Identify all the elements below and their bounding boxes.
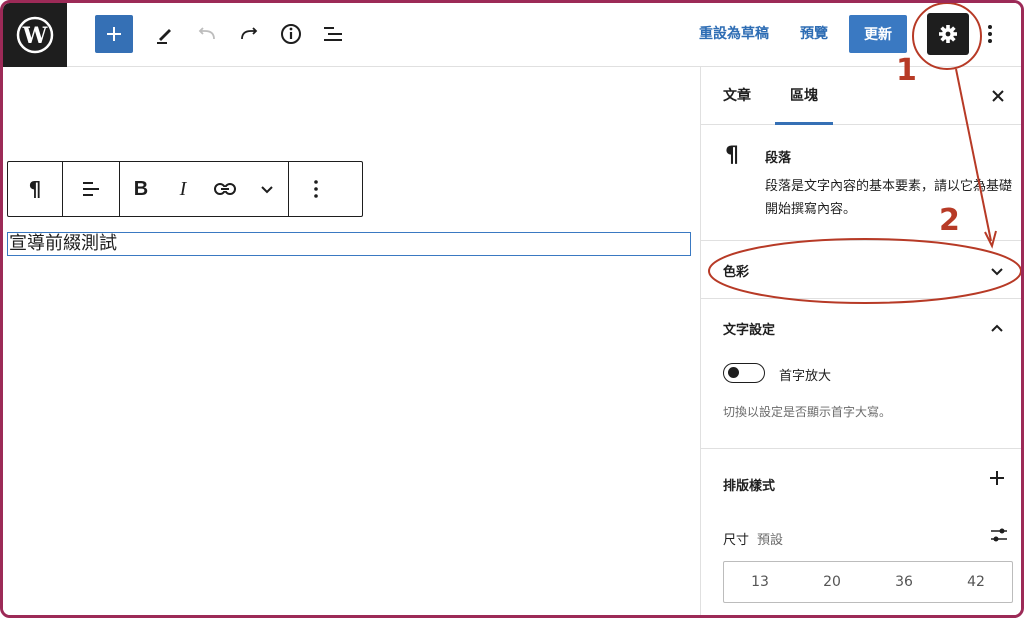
block-card-title: 段落 — [765, 151, 792, 166]
list-view-icon[interactable] — [315, 15, 351, 53]
preview-link[interactable]: 預覽 — [800, 15, 828, 53]
paragraph-block-icon[interactable]: ¶ — [8, 162, 62, 216]
font-size-option[interactable]: 20 — [796, 562, 868, 602]
tab-block[interactable]: 區塊 — [775, 67, 833, 125]
font-size-default: 預設 — [757, 533, 784, 548]
more-formats-chevron-down-icon[interactable] — [246, 162, 288, 216]
block-card: ¶ 段落 段落是文字內容的基本要素，請以它為基礎開始撰寫內容。 — [701, 125, 1021, 241]
font-size-option[interactable]: 13 — [724, 562, 796, 602]
settings-gear-button[interactable] — [927, 13, 969, 55]
align-group — [63, 162, 120, 216]
tab-post[interactable]: 文章 — [723, 67, 751, 125]
link-icon[interactable] — [204, 162, 246, 216]
drop-cap-toggle[interactable] — [723, 363, 765, 383]
block-type-group: ¶ — [8, 162, 63, 216]
typography-panel-title[interactable]: 文字設定 — [723, 319, 775, 338]
block-options-icon[interactable] — [289, 162, 343, 216]
italic-button[interactable]: I — [162, 162, 204, 216]
paragraph-icon: ¶ — [725, 143, 739, 168]
gear-icon — [939, 25, 957, 43]
custom-size-sliders-icon[interactable] — [989, 525, 1009, 545]
drop-cap-help: 切換以設定是否顯示首字大寫。 — [723, 405, 892, 419]
annotation-marker-1: 1 — [896, 53, 917, 88]
annotation-marker-2: 2 — [939, 203, 960, 238]
settings-sidebar: 文章 區塊 ¶ 段落 段落是文字內容的基本要素，請以它為基礎開始撰寫內容。 色彩… — [700, 67, 1021, 615]
options-group — [289, 162, 343, 216]
svg-text:W: W — [22, 23, 48, 49]
close-icon[interactable] — [987, 85, 1009, 107]
color-panel-toggle[interactable]: 色彩 — [701, 241, 1021, 299]
typography-panel: 文字設定 首字放大 切換以設定是否顯示首字大寫。 — [701, 299, 1021, 449]
drop-cap-label: 首字放大 — [779, 369, 832, 384]
undo-icon[interactable] — [189, 15, 225, 53]
paragraph-block[interactable]: 宣導前綴測試 — [7, 232, 691, 256]
block-card-description: 段落是文字內容的基本要素，請以它為基礎開始撰寫內容。 — [765, 179, 1013, 217]
edit-pencil-icon[interactable] — [147, 15, 183, 53]
add-option-plus-icon[interactable] — [989, 467, 1005, 492]
layout-panel-title: 排版樣式 — [723, 479, 776, 494]
layout-panel: 排版樣式 尺寸 預設 13 20 36 42 — [701, 449, 1021, 615]
redo-icon[interactable] — [231, 15, 267, 53]
color-panel-title: 色彩 — [723, 265, 750, 280]
block-toolbar: ¶ B I — [7, 161, 363, 217]
editor-canvas: ¶ B I 宣導前綴測試 — [3, 67, 700, 615]
add-block-button[interactable] — [95, 15, 133, 53]
font-size-picker: 13 20 36 42 — [723, 561, 1013, 603]
align-left-icon[interactable] — [63, 162, 119, 216]
update-button[interactable]: 更新 — [849, 15, 907, 53]
font-size-label: 尺寸 — [723, 533, 750, 548]
revert-to-draft-link[interactable]: 重設為草稿 — [699, 15, 769, 53]
chevron-up-icon[interactable] — [989, 321, 1005, 337]
app-frame: W 重設為草稿 預覽 更新 ¶ B I 宣導前綴測試 文章 區塊 ¶ 段落 段落… — [0, 0, 1024, 618]
chevron-down-icon — [991, 268, 1003, 276]
more-options-icon[interactable] — [979, 15, 1001, 53]
info-icon[interactable] — [273, 15, 309, 53]
editor-header: W 重設為草稿 預覽 更新 — [3, 3, 1021, 67]
toggle-knob — [728, 367, 739, 378]
font-size-option[interactable]: 36 — [868, 562, 940, 602]
wordpress-logo-icon[interactable]: W — [3, 3, 67, 67]
format-group: B I — [120, 162, 289, 216]
bold-button[interactable]: B — [120, 162, 162, 216]
font-size-option[interactable]: 42 — [940, 562, 1012, 602]
sidebar-tabs: 文章 區塊 — [701, 67, 1021, 125]
